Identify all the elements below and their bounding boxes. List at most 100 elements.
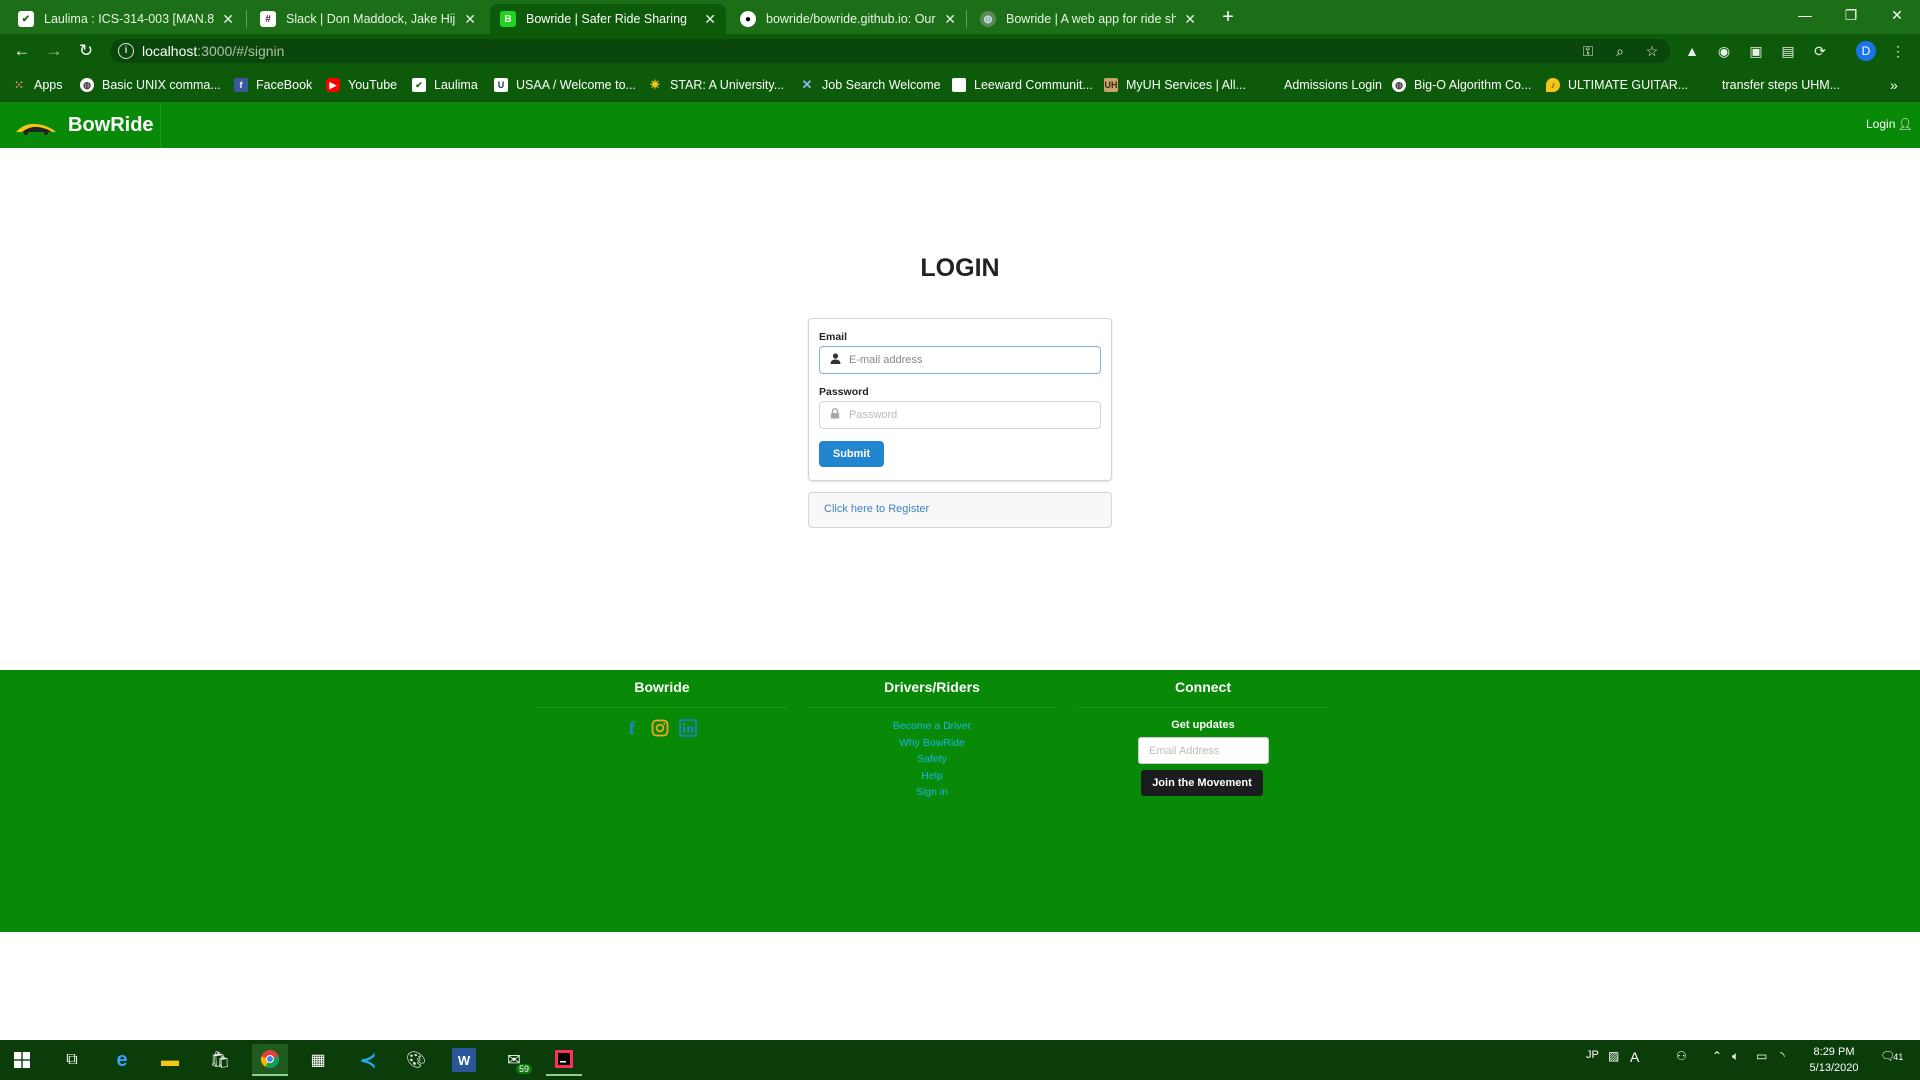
sync-icon[interactable]: ⟳ bbox=[1810, 41, 1830, 61]
extension-icon[interactable]: ▣ bbox=[1746, 41, 1766, 61]
chrome-icon[interactable] bbox=[252, 1044, 288, 1076]
footer-link-why-bowride[interactable]: Why BowRide bbox=[807, 737, 1057, 749]
intellij-icon[interactable] bbox=[546, 1044, 582, 1076]
password-field[interactable]: Password bbox=[819, 401, 1101, 429]
password-label: Password bbox=[819, 386, 869, 398]
forward-icon[interactable]: → bbox=[42, 40, 66, 62]
store-icon[interactable]: 🛍︎ bbox=[202, 1044, 238, 1076]
restore-icon[interactable]: ❐ bbox=[1828, 0, 1874, 30]
user-icon: 👤︎ bbox=[1897, 117, 1913, 131]
bookmark-label: FaceBook bbox=[256, 78, 313, 92]
bookmark-unix[interactable]: ◍ Basic UNIX comma... bbox=[80, 76, 221, 94]
menu-kebab-icon[interactable]: ⋮ bbox=[1888, 41, 1908, 61]
lang-indicator[interactable]: JP bbox=[1586, 1049, 1599, 1061]
drive-icon[interactable]: ▲ bbox=[1682, 41, 1702, 61]
tab-divider bbox=[966, 10, 967, 28]
footer-divider bbox=[537, 707, 787, 708]
vscode-icon[interactable]: ≺ bbox=[350, 1044, 386, 1076]
wifi-icon[interactable]: ◝ bbox=[1780, 1049, 1785, 1063]
word-icon[interactable]: W bbox=[452, 1048, 476, 1072]
paint-icon[interactable]: 🎨︎ bbox=[398, 1044, 434, 1076]
close-icon[interactable]: ✕ bbox=[944, 11, 956, 28]
notifications-icon[interactable]: 🗨︎41 bbox=[1880, 1049, 1903, 1063]
file-explorer-icon[interactable]: ▬ bbox=[152, 1044, 188, 1076]
extension-icon[interactable]: ◉ bbox=[1714, 41, 1734, 61]
task-view-icon[interactable]: ⧉ bbox=[54, 1044, 90, 1076]
bookmark-star-icon[interactable]: ☆ bbox=[1642, 41, 1662, 61]
tab-bowride-webapp[interactable]: ◍ Bowride | A web app for ride sha... ✕ bbox=[970, 4, 1206, 34]
edge-icon[interactable]: e bbox=[104, 1044, 140, 1076]
close-window-icon[interactable]: ✕ bbox=[1874, 0, 1920, 30]
bookmark-guitar[interactable]: ♪ ULTIMATE GUITAR... bbox=[1546, 76, 1688, 94]
calculator-icon[interactable]: ▦ bbox=[300, 1044, 336, 1076]
reload-icon[interactable]: ↻ bbox=[74, 40, 98, 62]
site-info-icon[interactable]: i bbox=[118, 43, 134, 59]
bookmark-star[interactable]: ✷ STAR: A University... bbox=[648, 76, 785, 94]
facebook-icon: f bbox=[234, 78, 248, 92]
tab-laulima[interactable]: ✔ Laulima : ICS-314-003 [MAN.871... ✕ bbox=[8, 4, 244, 34]
tab-bowride-active[interactable]: B Bowride | Safer Ride Sharing ✕ bbox=[490, 4, 726, 34]
ime-mode[interactable]: A bbox=[1630, 1049, 1639, 1065]
tab-slack[interactable]: # Slack | Don Maddock, Jake Hijirid... ✕ bbox=[250, 4, 486, 34]
password-placeholder: Password bbox=[849, 409, 898, 421]
bookmark-usaa[interactable]: U USAA / Welcome to... bbox=[494, 76, 636, 94]
bookmark-jobsearch[interactable]: ✕ Job Search Welcome bbox=[800, 76, 941, 94]
brand-name: BowRide bbox=[68, 113, 154, 136]
blank-icon bbox=[1700, 78, 1714, 92]
footer-link-become-driver[interactable]: Become a Driver bbox=[807, 720, 1057, 732]
taskbar-clock[interactable]: 8:29 PM 5/13/2020 bbox=[1804, 1044, 1864, 1076]
more-bookmarks-icon[interactable]: » bbox=[1890, 76, 1898, 94]
bookmark-facebook[interactable]: f FaceBook bbox=[234, 76, 312, 94]
close-icon[interactable]: ✕ bbox=[464, 11, 476, 28]
newsletter-email-input[interactable]: Email Address bbox=[1138, 737, 1269, 764]
volume-icon[interactable]: 🔈︎ bbox=[1732, 1049, 1739, 1064]
navbar-login-link[interactable]: Login 👤︎ bbox=[1866, 117, 1913, 131]
address-bar[interactable] bbox=[110, 39, 1670, 63]
bookmark-leeward[interactable]: Leeward Communit... bbox=[952, 76, 1093, 94]
bookmark-admissions[interactable]: Admissions Login bbox=[1262, 76, 1382, 94]
footer-link-safety[interactable]: Safety bbox=[807, 753, 1057, 765]
navbar-divider bbox=[160, 102, 161, 148]
get-updates-label: Get updates bbox=[1171, 719, 1235, 731]
bookmark-label: YouTube bbox=[348, 78, 398, 92]
close-icon[interactable]: ✕ bbox=[222, 11, 234, 28]
bookmark-myuh[interactable]: UH MyUH Services | All... bbox=[1104, 76, 1246, 94]
minimize-icon[interactable]: — bbox=[1782, 0, 1828, 30]
extension-icon[interactable]: ▤ bbox=[1778, 41, 1798, 61]
youtube-icon: ▶ bbox=[326, 78, 340, 92]
back-icon[interactable]: ← bbox=[10, 40, 34, 62]
github-icon: ● bbox=[740, 11, 756, 27]
new-tab-button[interactable]: + bbox=[1216, 5, 1240, 29]
chevron-up-icon[interactable]: ⌃ bbox=[1712, 1049, 1722, 1063]
join-movement-button[interactable]: Join the Movement bbox=[1141, 770, 1263, 796]
bookmark-laulima[interactable]: ✔ Laulima bbox=[412, 76, 478, 94]
mail-icon[interactable]: ✉ 59 bbox=[496, 1044, 532, 1076]
facebook-icon[interactable]: f bbox=[622, 718, 642, 738]
register-link[interactable]: Click here to Register bbox=[824, 503, 929, 515]
ime-pad-icon[interactable]: ▨ bbox=[1608, 1049, 1619, 1063]
bookmark-bigo[interactable]: ◍ Big-O Algorithm Co... bbox=[1392, 76, 1531, 94]
email-field[interactable]: E-mail address bbox=[819, 346, 1101, 374]
newsletter-email-placeholder: Email Address bbox=[1149, 745, 1220, 757]
close-icon[interactable]: ✕ bbox=[1184, 11, 1196, 28]
instagram-icon[interactable] bbox=[650, 718, 670, 738]
footer-link-help[interactable]: Help bbox=[807, 770, 1057, 782]
close-icon[interactable]: ✕ bbox=[704, 11, 716, 28]
profile-avatar[interactable]: D bbox=[1856, 41, 1876, 61]
zoom-icon[interactable]: ⌕ bbox=[1610, 41, 1630, 61]
address-url[interactable]: localhost:3000/#/signin bbox=[142, 43, 284, 59]
bookmark-apps[interactable]: ⁙ Apps bbox=[12, 76, 63, 94]
footer-divider bbox=[807, 707, 1057, 708]
submit-button[interactable]: Submit bbox=[819, 441, 884, 467]
linkedin-icon[interactable] bbox=[678, 718, 698, 738]
key-icon[interactable]: ⚿ bbox=[1578, 41, 1598, 61]
battery-icon[interactable]: ▭ bbox=[1756, 1049, 1767, 1063]
windows-start-icon[interactable] bbox=[4, 1044, 40, 1076]
brand-logo[interactable]: BowRide bbox=[14, 107, 154, 143]
footer-link-sign-in[interactable]: Sign in bbox=[807, 786, 1057, 798]
tab-github[interactable]: ● bowride/bowride.github.io: Our l... ✕ bbox=[730, 4, 966, 34]
blank-icon bbox=[1262, 78, 1276, 92]
people-icon[interactable]: ⚇ bbox=[1676, 1049, 1687, 1063]
bookmark-transfer[interactable]: transfer steps UHM... bbox=[1700, 76, 1840, 94]
bookmark-youtube[interactable]: ▶ YouTube bbox=[326, 76, 397, 94]
